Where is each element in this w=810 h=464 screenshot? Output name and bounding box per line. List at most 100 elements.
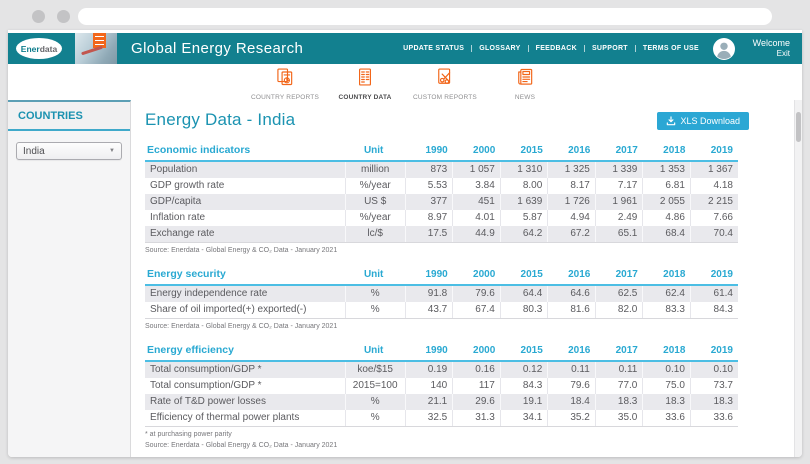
row-value: 5.87 bbox=[500, 210, 548, 226]
app-title: Global Energy Research bbox=[131, 40, 303, 57]
url-bar[interactable] bbox=[78, 8, 772, 25]
row-unit: % bbox=[345, 302, 405, 319]
row-label: Share of oil imported(+) exported(-) bbox=[145, 302, 345, 319]
scrollbar-thumb[interactable] bbox=[796, 112, 801, 142]
row-unit: lc/$ bbox=[345, 226, 405, 243]
year-header: 2019 bbox=[690, 142, 738, 161]
source-note: Source: Enerdata - Global Energy & CO₂ D… bbox=[145, 247, 738, 254]
table-section-title: Energy efficiency bbox=[145, 342, 345, 361]
row-value: 3.84 bbox=[453, 178, 501, 194]
row-value: 1 310 bbox=[500, 161, 548, 178]
row-value: 61.4 bbox=[690, 285, 738, 302]
row-label: Efficiency of thermal power plants bbox=[145, 410, 345, 427]
row-value: 65.1 bbox=[595, 226, 643, 243]
year-header: 2018 bbox=[643, 142, 691, 161]
year-header: 2017 bbox=[595, 342, 643, 361]
row-value: 62.4 bbox=[643, 285, 691, 302]
row-value: 35.2 bbox=[548, 410, 596, 427]
exit-link[interactable]: Exit bbox=[742, 49, 790, 59]
country-select-value: India bbox=[23, 146, 45, 157]
app-window: Enerdata Global Energy Research UPDATE S… bbox=[8, 30, 802, 457]
app-header: Enerdata Global Energy Research UPDATE S… bbox=[8, 33, 802, 64]
row-value: 18.3 bbox=[595, 394, 643, 410]
row-value: 18.3 bbox=[690, 394, 738, 410]
row-value: 18.4 bbox=[548, 394, 596, 410]
main-nav: COUNTRY REPORTS COUNTRY DATA bbox=[8, 64, 802, 100]
scrollbar-track[interactable] bbox=[794, 100, 802, 457]
row-label: Inflation rate bbox=[145, 210, 345, 226]
pen-graphic bbox=[81, 46, 103, 56]
row-unit: %/year bbox=[345, 178, 405, 194]
link-terms-of-use[interactable]: TERMS OF USE bbox=[636, 45, 706, 52]
user-avatar-icon[interactable] bbox=[712, 37, 736, 61]
link-glossary[interactable]: GLOSSARY bbox=[472, 45, 528, 52]
row-value: 19.1 bbox=[500, 394, 548, 410]
row-value: 33.6 bbox=[690, 410, 738, 427]
tab-custom-reports[interactable]: CUSTOM REPORTS bbox=[405, 67, 485, 101]
row-value: 82.0 bbox=[595, 302, 643, 319]
browser-titlebar bbox=[0, 0, 810, 30]
row-value: 2 215 bbox=[690, 194, 738, 210]
row-value: 0.10 bbox=[643, 361, 691, 378]
year-header: 2015 bbox=[500, 142, 548, 161]
row-value: 33.6 bbox=[643, 410, 691, 427]
xls-download-button[interactable]: XLS Download bbox=[657, 112, 749, 130]
row-value: 6.81 bbox=[643, 178, 691, 194]
welcome-block: Welcome Exit bbox=[742, 38, 790, 59]
row-value: 79.6 bbox=[548, 378, 596, 394]
row-value: 79.6 bbox=[453, 285, 501, 302]
window-button-close[interactable] bbox=[32, 10, 45, 23]
year-header: 1990 bbox=[405, 342, 453, 361]
row-value: 0.19 bbox=[405, 361, 453, 378]
row-label: Rate of T&D power losses bbox=[145, 394, 345, 410]
row-value: 0.11 bbox=[548, 361, 596, 378]
row-value: 73.7 bbox=[690, 378, 738, 394]
link-feedback[interactable]: FEEDBACK bbox=[529, 45, 585, 52]
link-update-status[interactable]: UPDATE STATUS bbox=[396, 45, 472, 52]
window-button-minimize[interactable] bbox=[57, 10, 70, 23]
country-select[interactable]: India ▼ bbox=[16, 142, 122, 160]
year-header: 2000 bbox=[453, 266, 501, 285]
welcome-text: Welcome bbox=[742, 38, 790, 49]
table-energy-security: Energy security Unit 1990200020152016201… bbox=[145, 266, 738, 330]
row-value: 83.3 bbox=[643, 302, 691, 319]
enerdata-logo[interactable]: Enerdata bbox=[16, 38, 62, 59]
country-reports-icon bbox=[275, 67, 295, 92]
row-unit: % bbox=[345, 410, 405, 427]
table-row: Total consumption/GDP *koe/$150.190.160.… bbox=[145, 361, 738, 378]
chevron-down-icon: ▼ bbox=[109, 148, 115, 154]
row-value: 75.0 bbox=[643, 378, 691, 394]
row-value: 873 bbox=[405, 161, 453, 178]
row-value: 18.3 bbox=[643, 394, 691, 410]
row-value: 43.7 bbox=[405, 302, 453, 319]
row-value: 1 639 bbox=[500, 194, 548, 210]
news-icon bbox=[515, 67, 535, 92]
row-value: 5.53 bbox=[405, 178, 453, 194]
row-value: 8.17 bbox=[548, 178, 596, 194]
row-value: 4.18 bbox=[690, 178, 738, 194]
logo-text-ener: Ener bbox=[21, 44, 40, 54]
link-support[interactable]: SUPPORT bbox=[585, 45, 636, 52]
row-unit: %/year bbox=[345, 210, 405, 226]
row-value: 44.9 bbox=[453, 226, 501, 243]
year-header: 2016 bbox=[548, 266, 596, 285]
row-value: 21.1 bbox=[405, 394, 453, 410]
row-label: Exchange rate bbox=[145, 226, 345, 243]
tab-country-reports[interactable]: COUNTRY REPORTS bbox=[245, 67, 325, 101]
table-row: GDP/capitaUS $3774511 6391 7261 9612 055… bbox=[145, 194, 738, 210]
row-label: Population bbox=[145, 161, 345, 178]
row-value: 451 bbox=[453, 194, 501, 210]
row-value: 35.0 bbox=[595, 410, 643, 427]
unit-header: Unit bbox=[345, 266, 405, 285]
unit-header: Unit bbox=[345, 142, 405, 161]
row-value: 8.97 bbox=[405, 210, 453, 226]
tab-country-data[interactable]: COUNTRY DATA bbox=[325, 67, 405, 101]
year-header: 1990 bbox=[405, 266, 453, 285]
tab-news[interactable]: NEWS bbox=[485, 67, 565, 101]
xls-download-label: XLS Download bbox=[680, 116, 740, 126]
row-value: 81.6 bbox=[548, 302, 596, 319]
year-header: 2015 bbox=[500, 266, 548, 285]
row-value: 0.16 bbox=[453, 361, 501, 378]
row-value: 140 bbox=[405, 378, 453, 394]
row-value: 80.3 bbox=[500, 302, 548, 319]
